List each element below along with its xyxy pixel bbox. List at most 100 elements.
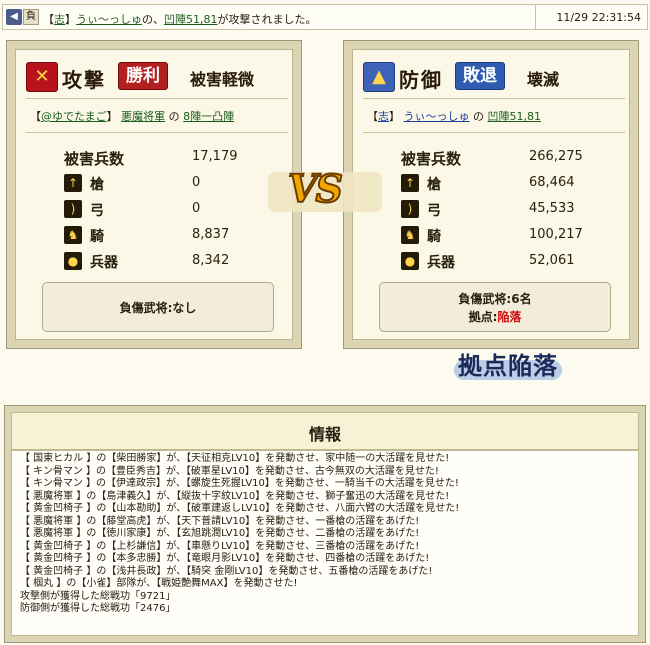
- base-captured-stamp: 拠点陥落: [444, 344, 572, 388]
- stat-value: 266,275: [529, 149, 583, 164]
- defender-panel: ▲ 防御 敗退 壊滅 【志】 うぃ〜っしゅ の 凹陣51,81 被害兵数 266…: [343, 40, 639, 349]
- report-header: ◀ 負 【志】うぃ〜っしゅの、凹陣51,81が攻撃されました。 11/29 22…: [2, 4, 648, 30]
- base-label: 拠点:: [468, 310, 498, 324]
- attacker-commander: 【@ゆでたまご】 悪魔将軍 の 8陣一凸陣: [30, 110, 235, 123]
- timestamp: 11/29 22:31:54: [556, 11, 641, 24]
- log-entry: 【 黄金凹椅子 】の【山本勘助】が、【破軍建返しLV10】を発動させ、八面六臂の…: [20, 503, 460, 514]
- log-entry: 【 キン骨マン 】の【伊達政宗】が、【螺旋生死握LV10】を発動させ、一騎当千の…: [20, 478, 459, 489]
- stat-row-bow: ) 弓 45,533: [401, 198, 611, 220]
- stat-label: 騎: [90, 229, 104, 245]
- stamp-text: 拠点陥落: [458, 351, 558, 380]
- defender-alliance-link[interactable]: 志: [378, 110, 389, 123]
- spear-icon: ↑: [401, 174, 419, 192]
- stat-row-weapon: ● 兵器 52,061: [401, 250, 611, 272]
- horse-icon: ♞: [64, 226, 82, 244]
- bow-icon: ): [401, 200, 419, 218]
- stat-label: 兵器: [90, 255, 118, 271]
- stat-label: 弓: [427, 203, 441, 219]
- stat-label: 弓: [90, 203, 104, 219]
- info-title: 情報: [308, 425, 341, 444]
- siege-weapon-icon: ●: [401, 252, 419, 270]
- defender-player-link[interactable]: うぃ〜っしゅ: [404, 110, 470, 123]
- wounded-text: 負傷武将:なし: [119, 301, 197, 315]
- defender-title-bar: ▲ 防御 敗退 壊滅: [363, 62, 627, 92]
- stat-value: 17,179: [192, 149, 238, 164]
- log-entry: 防御側が獲得した総戦功「2476」: [20, 603, 176, 614]
- defeat-badge: 敗退: [455, 62, 505, 90]
- attacker-result: 被害軽微: [190, 70, 255, 89]
- divider: [26, 132, 288, 133]
- bracket-open: 【: [43, 13, 54, 26]
- stat-value: 8,837: [192, 227, 230, 242]
- stat-row-total: 被害兵数 17,179: [64, 146, 274, 168]
- stat-row-bow: ) 弓 0: [64, 198, 274, 220]
- defender-role: 防御: [399, 68, 443, 92]
- divider: [363, 132, 625, 133]
- vs-emblem: VS: [287, 165, 344, 212]
- divider: [26, 98, 288, 99]
- stat-row-cavalry: ♞ 騎 8,837: [64, 224, 274, 246]
- log-entry: 【 悪魔将軍 】の【徳川家康】が、【玄旭跳潤LV10】を発動させ、二番槍の活躍を…: [20, 528, 420, 539]
- attacker-alliance-link[interactable]: @ゆでたまご: [41, 110, 107, 123]
- attacker-role: 攻撃: [62, 68, 106, 92]
- report-message: 【志】うぃ〜っしゅの、凹陣51,81が攻撃されました。: [43, 11, 317, 27]
- stat-row-spear: ↑ 槍 0: [64, 172, 274, 194]
- stat-row-cavalry: ♞ 騎 100,217: [401, 224, 611, 246]
- attacker-panel-inner: ✕ 攻撃 勝利 被害軽微 【@ゆでたまご】 悪魔将軍 の 8陣一凸陣 被害兵数 …: [15, 49, 293, 340]
- attacker-title-bar: ✕ 攻撃 勝利 被害軽微: [26, 62, 290, 92]
- bow-icon: ): [64, 200, 82, 218]
- result-lose-icon: 負: [23, 9, 39, 25]
- base-status-line: 拠点:陥落: [380, 308, 610, 325]
- attacker-panel: ✕ 攻撃 勝利 被害軽微 【@ゆでたまご】 悪魔将軍 の 8陣一凸陣 被害兵数 …: [6, 40, 302, 349]
- particle: の: [168, 110, 180, 123]
- wounded-box: 負傷武将:なし: [42, 282, 274, 332]
- info-panel: 情報 【 国東ヒカル 】の【柴田勝家】が、【天征相克LV10】を発動させ、家中随…: [4, 405, 646, 643]
- log-entry: 【 椢丸 】の【小雀】部隊が、【戦姫艶舞MAX】を発動させた!: [20, 578, 298, 589]
- stat-value: 0: [192, 175, 201, 190]
- alliance-link[interactable]: 志: [54, 13, 65, 26]
- log-entry: 【 黄金凹椅子 】の【浅井長政】が、【騎突 金剛LV10】を発動させ、五番槍の活…: [20, 565, 433, 577]
- divider: [363, 98, 625, 99]
- battle-log: 【 国東ヒカル 】の【柴田勝家】が、【天征相克LV10】を発動させ、家中随一の大…: [12, 451, 638, 616]
- spear-icon: ↑: [64, 174, 82, 192]
- defender-result: 壊滅: [527, 70, 560, 89]
- stat-label: 被害兵数: [401, 150, 462, 168]
- victory-badge: 勝利: [118, 62, 168, 90]
- stat-row-weapon: ● 兵器 8,342: [64, 250, 274, 272]
- message-suffix: が攻撃されました。: [217, 13, 317, 26]
- info-body: 【 国東ヒカル 】の【柴田勝家】が、【天征相克LV10】を発動させ、家中随一の大…: [11, 450, 639, 636]
- log-entry: 【 キン骨マン 】の【豊臣秀吉】が、【破軍星LV10】を発動させ、古今無双の大活…: [20, 465, 439, 477]
- stat-row-total: 被害兵数 266,275: [401, 146, 611, 168]
- defender-panel-inner: ▲ 防御 敗退 壊滅 【志】 うぃ〜っしゅ の 凹陣51,81 被害兵数 266…: [352, 49, 630, 340]
- log-entry: 【 国東ヒカル 】の【柴田勝家】が、【天征相克LV10】を発動させ、家中随一の大…: [20, 453, 450, 464]
- defender-location-link[interactable]: 凹陣51,81: [488, 110, 542, 123]
- wounded-box: 負傷武将:6名 拠点:陥落: [379, 282, 611, 332]
- stat-label: 被害兵数: [64, 150, 125, 168]
- defender-commander: 【志】 うぃ〜っしゅ の 凹陣51,81: [367, 110, 542, 123]
- crossed-swords-icon: ✕: [26, 62, 58, 92]
- particle: の: [473, 110, 484, 123]
- stat-label: 槍: [90, 177, 104, 193]
- log-entry: 【 黄金凹椅子 】の【本多忠勝】が、【竜眼月影LV10】を発動させ、四番槍の活躍…: [20, 553, 430, 564]
- attacker-player-link[interactable]: 悪魔将軍: [121, 110, 165, 123]
- stat-label: 槍: [427, 177, 441, 193]
- siege-weapon-icon: ●: [64, 252, 82, 270]
- stat-value: 45,533: [529, 201, 575, 216]
- target-link[interactable]: 凹陣51,81: [164, 13, 218, 26]
- stat-value: 52,061: [529, 253, 575, 268]
- stat-value: 100,217: [529, 227, 583, 242]
- log-entry: 【 悪魔将軍 】の【島津義久】が、【縦抜十字紋LV10】を発動させ、獅子奮迅の大…: [20, 490, 450, 502]
- stat-value: 68,464: [529, 175, 575, 190]
- helmet-icon: ▲: [363, 62, 395, 92]
- bracket-close: 】: [65, 13, 76, 26]
- stat-row-spear: ↑ 槍 68,464: [401, 172, 611, 194]
- info-title-bar: 情報: [11, 412, 639, 450]
- log-entry: 攻撃側が獲得した総戦功「9721」: [20, 590, 176, 602]
- log-entry: 【 黄金凹椅子 】の【上杉謙信】が、【車懸りLV10】を発動させ、三番槍の活躍を…: [20, 540, 420, 552]
- attacker-location-link[interactable]: 8陣一凸陣: [183, 110, 234, 123]
- stat-value: 8,342: [192, 253, 230, 268]
- back-arrow-icon[interactable]: ◀: [6, 9, 22, 25]
- player-link[interactable]: うぃ〜っしゅ: [76, 13, 142, 26]
- wounded-text: 負傷武将:6名: [458, 292, 532, 306]
- message-particle: の、: [142, 13, 164, 26]
